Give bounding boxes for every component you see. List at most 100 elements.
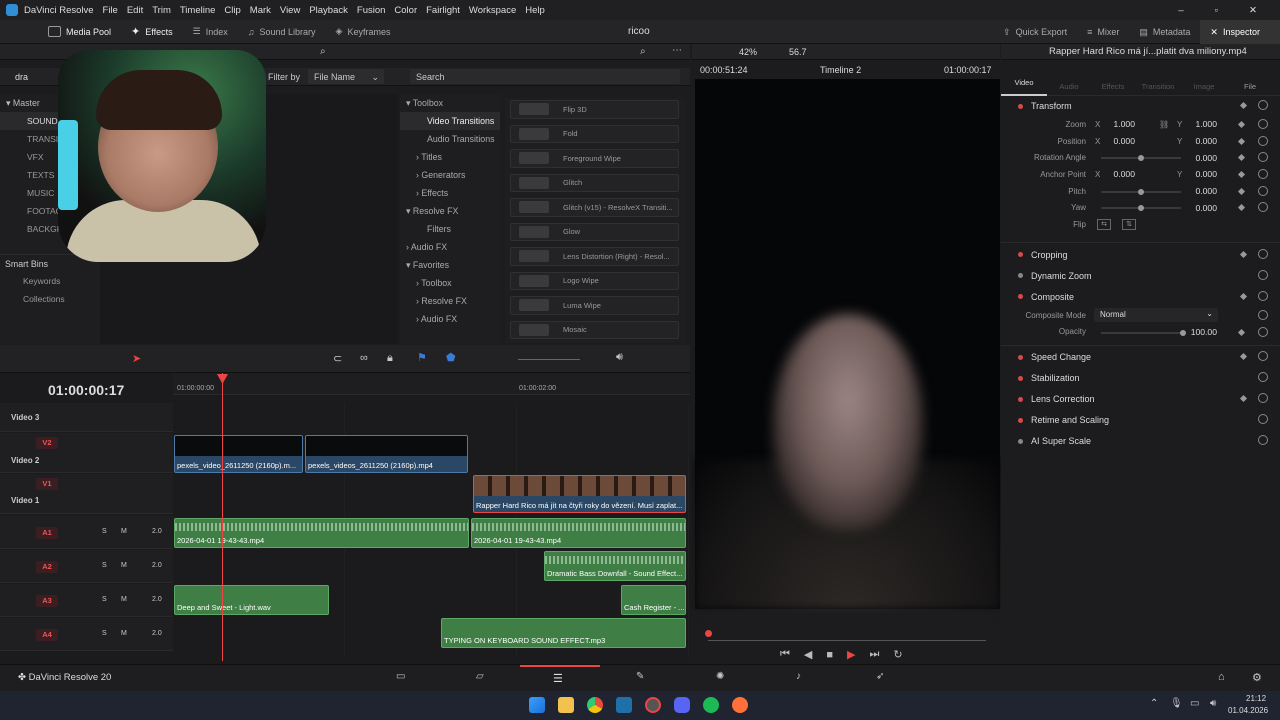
effect-item[interactable]: Glitch (v15) - ResolveX Transiti... xyxy=(510,198,679,217)
menu-help[interactable]: Help xyxy=(525,5,545,16)
position-y-field[interactable]: 0.000 xyxy=(1181,136,1217,146)
fusion-page-icon[interactable]: ✎ xyxy=(636,671,644,682)
effect-item[interactable]: Flip 3D xyxy=(510,100,679,119)
keyframe-icon[interactable] xyxy=(1237,328,1246,336)
section-ai-super-scale[interactable]: AI Super Scale xyxy=(1001,431,1280,451)
anchor-y-field[interactable]: 0.000 xyxy=(1181,169,1217,179)
menu-clip[interactable]: Clip xyxy=(224,5,240,16)
yaw-field[interactable]: 0.000 xyxy=(1181,203,1217,213)
audio-clip[interactable]: 2026-04-01 19-43-43.mp4 xyxy=(174,518,469,548)
menu-mark[interactable]: Mark xyxy=(250,5,271,16)
viewer-zoom[interactable]: 42% xyxy=(739,47,757,57)
video-clip[interactable]: pexels_videos_2611250 (2160p).mp4 xyxy=(305,435,468,473)
keyframe-icon[interactable] xyxy=(1239,250,1248,258)
keyframe-icon[interactable] xyxy=(1237,154,1246,162)
tree-item-fav-audio-fx[interactable]: › Audio FX xyxy=(400,310,500,328)
pitch-field[interactable]: 0.000 xyxy=(1181,186,1217,196)
tab-file[interactable]: File xyxy=(1227,66,1273,91)
search-input[interactable]: dra xyxy=(15,72,28,82)
play-icon[interactable]: ▶ xyxy=(847,648,855,661)
mixer-button[interactable]: ≡ Mixer xyxy=(1077,20,1129,44)
tree-item-filters[interactable]: Filters xyxy=(400,220,500,238)
reset-icon[interactable] xyxy=(1258,269,1268,280)
menu-playback[interactable]: Playback xyxy=(309,5,348,16)
tab-image[interactable]: Image xyxy=(1181,66,1227,91)
discord-icon[interactable] xyxy=(674,697,690,713)
menu-view[interactable]: View xyxy=(280,5,300,16)
section-composite[interactable]: Composite xyxy=(1001,287,1280,307)
start-icon[interactable] xyxy=(529,697,545,713)
opacity-field[interactable]: 100.00 xyxy=(1181,327,1217,337)
playhead[interactable] xyxy=(222,373,223,661)
reset-icon[interactable] xyxy=(1258,351,1268,362)
reset-icon[interactable] xyxy=(1258,414,1268,425)
firefox-icon[interactable] xyxy=(732,697,748,713)
tree-item-fav-toolbox[interactable]: › Toolbox xyxy=(400,274,500,292)
video-clip-selected[interactable]: Rapper Hard Rico má jít na čtyři roky do… xyxy=(473,475,686,513)
spotify-icon[interactable] xyxy=(703,697,719,713)
tree-item-toolbox[interactable]: ▾ Toolbox xyxy=(400,94,500,112)
tab-audio[interactable]: Audio xyxy=(1047,66,1091,91)
audio-clip[interactable]: Dramatic Bass Downfall - Sound Effect... xyxy=(544,551,686,581)
fairlight-page-icon[interactable]: ♪ xyxy=(796,671,801,682)
audio-clip[interactable]: Deep and Sweet - Light.wav xyxy=(174,585,329,615)
microphone-icon[interactable]: 🎙︎ xyxy=(1170,698,1183,709)
tree-item-audio-fx[interactable]: › Audio FX xyxy=(400,238,500,256)
tree-item-audio-transitions[interactable]: Audio Transitions xyxy=(400,130,500,148)
media-pool-button[interactable]: Media Pool xyxy=(38,20,121,44)
speaker-icon[interactable]: 🔊︎ xyxy=(1210,698,1216,709)
zoom-y-field[interactable]: 1.000 xyxy=(1181,119,1217,129)
network-icon[interactable]: ▭ xyxy=(1190,698,1199,709)
mute-button[interactable]: M xyxy=(121,562,127,569)
reset-icon[interactable] xyxy=(1258,326,1268,337)
menu-timeline[interactable]: Timeline xyxy=(180,5,216,16)
menu-edit[interactable]: Edit xyxy=(127,5,143,16)
keyframe-icon[interactable] xyxy=(1237,171,1246,179)
menu-color[interactable]: Color xyxy=(394,5,417,16)
reset-icon[interactable] xyxy=(1258,135,1268,146)
tab-effects[interactable]: Effects xyxy=(1091,66,1135,91)
tree-item-effects[interactable]: › Effects xyxy=(400,184,500,202)
section-speed-change[interactable]: Speed Change xyxy=(1001,347,1280,367)
more-options-icon[interactable]: ⋯ xyxy=(672,45,682,56)
effects-search-input[interactable]: Search xyxy=(410,69,680,84)
linked-selection-icon[interactable]: ∞ xyxy=(360,352,368,364)
flip-horizontal-icon[interactable]: ⇆ xyxy=(1097,218,1111,230)
anchor-x-field[interactable]: 0.000 xyxy=(1099,169,1135,179)
video-clip[interactable]: pexels_video_2611250 (2160p).m... xyxy=(174,435,303,473)
reset-icon[interactable] xyxy=(1258,202,1268,213)
media-page-icon[interactable]: ▭ xyxy=(396,671,405,682)
metadata-button[interactable]: ▤ Metadata xyxy=(1129,20,1200,44)
smart-bin-collections[interactable]: Collections xyxy=(0,290,100,308)
jump-end-icon[interactable]: ⏭ xyxy=(870,648,880,661)
sound-library-button[interactable]: ♫ Sound Library xyxy=(238,20,326,44)
reset-icon[interactable] xyxy=(1258,393,1268,404)
quick-export-button[interactable]: ⇪ Quick Export xyxy=(993,20,1077,44)
effect-item[interactable]: Fold xyxy=(510,124,679,143)
menu-file[interactable]: File xyxy=(103,5,118,16)
rotation-slider[interactable] xyxy=(1101,155,1181,162)
tree-item-fav-resolve-fx[interactable]: › Resolve FX xyxy=(400,292,500,310)
selection-tool-icon[interactable]: ➤ xyxy=(132,352,141,365)
chrome-icon[interactable] xyxy=(587,697,603,713)
reset-icon[interactable] xyxy=(1258,185,1268,196)
stop-icon[interactable]: ■ xyxy=(826,649,833,661)
effect-item[interactable]: Logo Wipe xyxy=(510,271,679,290)
reset-icon[interactable] xyxy=(1258,169,1268,180)
audio-clip[interactable]: TYPING ON KEYBOARD SOUND EFFECT.mp3 xyxy=(441,618,686,648)
yaw-slider[interactable] xyxy=(1101,205,1181,212)
jump-start-icon[interactable]: ⏮ xyxy=(780,648,790,661)
effects-search-icon[interactable]: ⌕ xyxy=(640,46,646,57)
search-icon[interactable]: ⌕ xyxy=(320,46,326,57)
reset-icon[interactable] xyxy=(1258,152,1268,163)
composite-mode-dropdown[interactable]: Normal ⌄ xyxy=(1094,307,1218,322)
pitch-slider[interactable] xyxy=(1101,188,1181,195)
cut-page-icon[interactable]: ▱ xyxy=(476,671,484,682)
effects-button[interactable]: ✦ Effects xyxy=(121,20,183,44)
keyframe-icon[interactable] xyxy=(1239,292,1248,300)
timeline-ruler[interactable]: 01:00:00:00 01:00:02:00 xyxy=(173,373,690,395)
settings-gear-icon[interactable]: ⚙ xyxy=(1252,671,1262,684)
lock-icon[interactable]: 🔒︎ xyxy=(387,352,393,365)
tab-video[interactable]: Video xyxy=(1001,62,1047,96)
tree-item-resolve-fx[interactable]: ▾ Resolve FX xyxy=(400,202,500,220)
